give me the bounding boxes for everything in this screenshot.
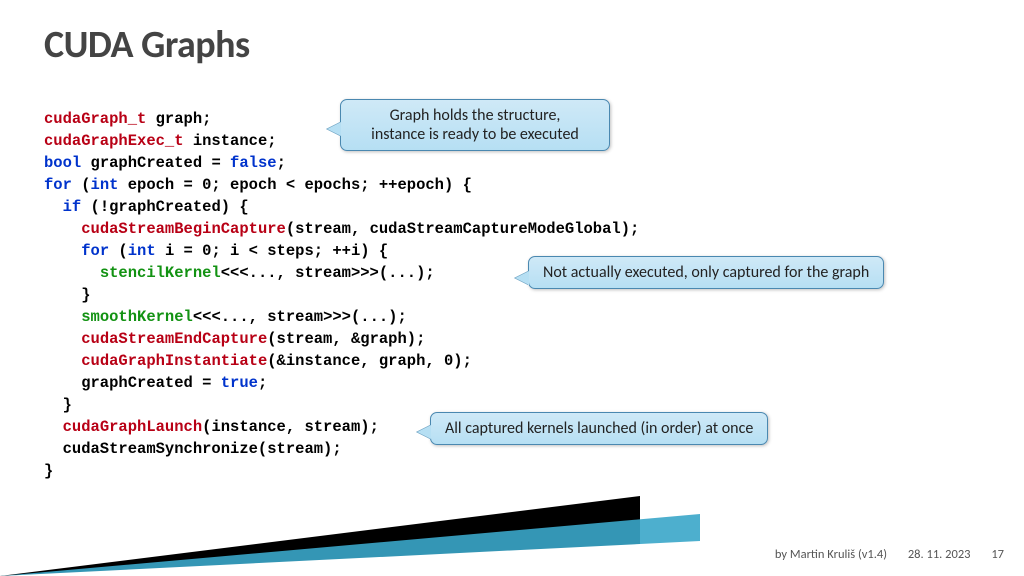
- code-token: <<<..., stream>>>(...);: [193, 308, 407, 326]
- footer-page: 17: [991, 547, 1004, 562]
- code-token: cudaGraphExec_t: [44, 132, 184, 150]
- callout-tail-icon: [515, 271, 529, 285]
- code-token: int: [128, 242, 156, 260]
- code-token: [44, 198, 63, 216]
- code-token: true: [221, 374, 258, 392]
- code-token: <<<..., stream>>>(...);: [221, 264, 435, 282]
- code-token: if: [63, 198, 82, 216]
- callout-launch-all: All captured kernels launched (in order)…: [430, 412, 768, 445]
- slide-title: CUDA Graphs: [44, 22, 250, 68]
- code-token: stencilKernel: [100, 264, 221, 282]
- code-token: }: [44, 396, 72, 414]
- code-token: (: [72, 176, 91, 194]
- callout-not-executed: Not actually executed, only captured for…: [528, 256, 884, 289]
- code-token: [44, 330, 81, 348]
- decorative-wedge: [0, 486, 1024, 576]
- code-token: (instance, stream);: [202, 418, 379, 436]
- callout-text: Not actually executed, only captured for…: [543, 263, 869, 282]
- callout-tail-icon: [327, 122, 341, 136]
- code-token: graphCreated =: [44, 374, 221, 392]
- callout-text: All captured kernels launched (in order)…: [445, 419, 753, 438]
- code-token: for: [44, 176, 72, 194]
- code-token: cudaStreamBeginCapture: [81, 220, 286, 238]
- code-token: [44, 418, 63, 436]
- code-token: epoch = 0; epoch < epochs; ++epoch) {: [118, 176, 471, 194]
- code-token: (!graphCreated) {: [81, 198, 248, 216]
- code-token: [44, 352, 81, 370]
- footer-date: 28. 11. 2023: [908, 547, 971, 562]
- code-token: ;: [277, 154, 286, 172]
- code-token: cudaStreamSynchronize(stream);: [44, 440, 342, 458]
- code-token: graph;: [146, 110, 211, 128]
- code-token: [44, 242, 81, 260]
- code-token: false: [230, 154, 277, 172]
- slide-footer: by Martin Kruliš (v1.4) 28. 11. 2023 17: [757, 547, 1004, 562]
- code-token: cudaStreamEndCapture: [81, 330, 267, 348]
- code-token: (stream, &graph);: [267, 330, 425, 348]
- code-token: for: [81, 242, 109, 260]
- code-token: [44, 264, 100, 282]
- code-token: cudaGraphLaunch: [63, 418, 203, 436]
- slide: CUDA Graphs cudaGraph_t graph; cudaGraph…: [0, 0, 1024, 576]
- code-token: (: [109, 242, 128, 260]
- callout-text: Graph holds the structure, instance is r…: [355, 106, 595, 144]
- footer-author: by Martin Kruliš (v1.4): [775, 547, 887, 562]
- code-token: ;: [258, 374, 267, 392]
- code-token: i = 0; i < steps; ++i) {: [156, 242, 389, 260]
- code-token: [44, 308, 81, 326]
- code-token: smoothKernel: [81, 308, 193, 326]
- code-token: instance;: [184, 132, 277, 150]
- code-token: }: [44, 462, 53, 480]
- code-token: bool: [44, 154, 81, 172]
- code-token: (stream, cudaStreamCaptureModeGlobal);: [286, 220, 639, 238]
- code-token: cudaGraphInstantiate: [81, 352, 267, 370]
- code-token: cudaGraph_t: [44, 110, 146, 128]
- callout-graph-structure: Graph holds the structure, instance is r…: [340, 99, 610, 151]
- code-token: [44, 220, 81, 238]
- code-token: (&instance, graph, 0);: [267, 352, 472, 370]
- code-token: int: [91, 176, 119, 194]
- code-token: graphCreated =: [81, 154, 230, 172]
- code-token: }: [44, 286, 91, 304]
- callout-tail-icon: [417, 425, 431, 439]
